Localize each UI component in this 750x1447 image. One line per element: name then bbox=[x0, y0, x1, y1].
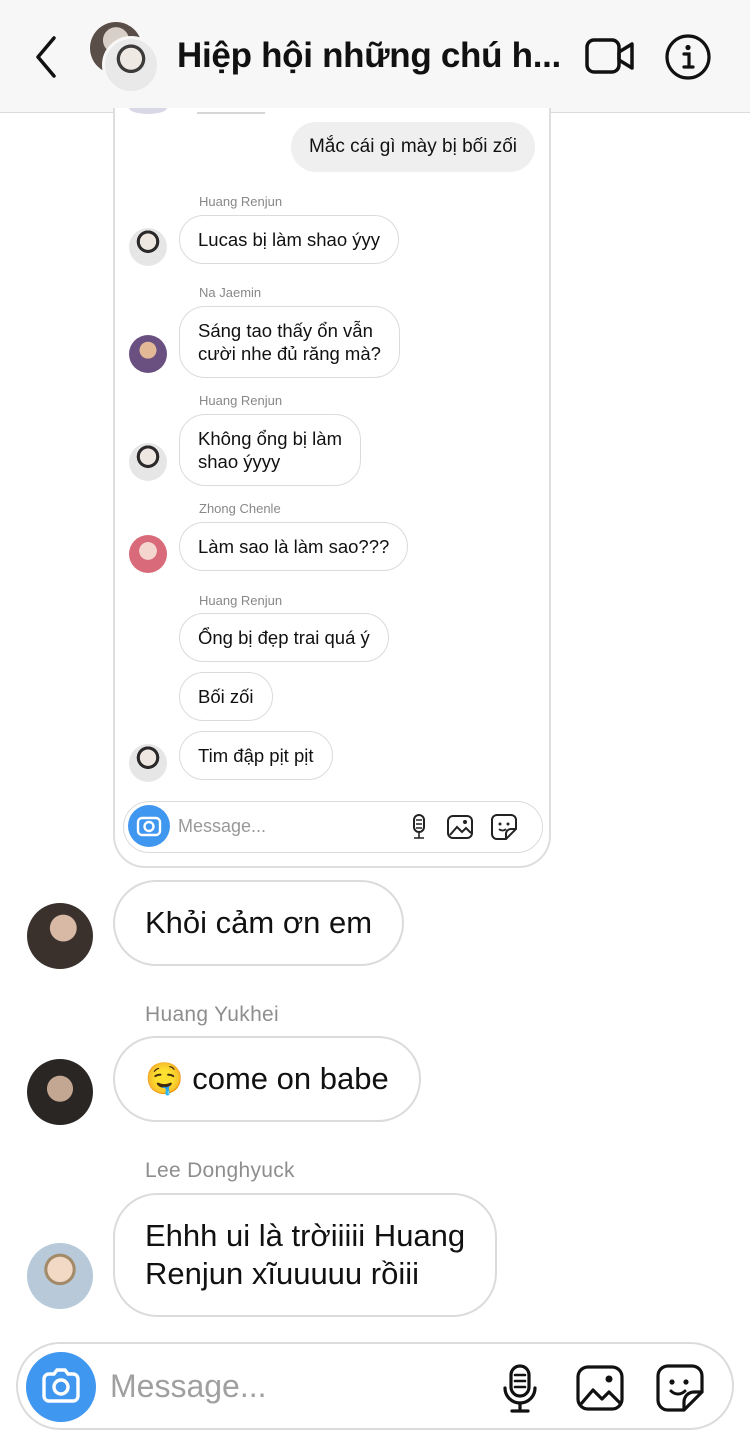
message-line: Ehhh ui là trờiiiii Huang bbox=[145, 1218, 466, 1253]
sender-name: Huang Renjun bbox=[199, 194, 283, 209]
message-bubble: Làm sao là làm sao??? bbox=[179, 522, 409, 571]
avatar[interactable] bbox=[27, 1243, 93, 1309]
avatar bbox=[129, 335, 167, 373]
message-line: Không ổng bị làm bbox=[198, 428, 342, 449]
sender-name: Huang Renjun bbox=[199, 593, 283, 608]
gallery-icon[interactable] bbox=[574, 1362, 626, 1414]
message-bubble[interactable]: Ehhh ui là trờiiiii Huang Renjun xĩuuuuu… bbox=[113, 1193, 498, 1317]
avatar bbox=[129, 535, 167, 573]
camera-icon bbox=[128, 805, 170, 847]
message-line: shao ýyyy bbox=[198, 451, 281, 472]
microphone-icon[interactable] bbox=[494, 1362, 546, 1414]
embedded-chat-screenshot: Mắc cái gì mày bị bối zối Huang Renjun L… bbox=[113, 108, 551, 868]
sender-name: Zhong Chenle bbox=[199, 501, 281, 516]
info-icon[interactable] bbox=[664, 33, 712, 81]
chat-title[interactable]: Hiệp hội những chú h... bbox=[177, 36, 567, 76]
message-bubble: Sáng tao thấy ổn vẫn cười nhe đủ răng mà… bbox=[179, 306, 400, 378]
chat-header: Hiệp hội những chú h... bbox=[0, 0, 750, 113]
message-bubble: Tim đập pịt pịt bbox=[179, 731, 333, 780]
sender-name: Huang Yukhei bbox=[145, 1003, 279, 1026]
avatar[interactable] bbox=[27, 1059, 93, 1125]
avatar[interactable] bbox=[27, 903, 93, 969]
sticker-icon[interactable] bbox=[654, 1362, 706, 1414]
gallery-icon bbox=[447, 815, 473, 839]
avatar bbox=[129, 443, 167, 481]
avatar bbox=[129, 228, 167, 266]
back-icon[interactable] bbox=[28, 32, 64, 82]
message-input[interactable]: Message... bbox=[110, 1368, 267, 1405]
message-line: cười nhe đủ răng mà? bbox=[198, 343, 381, 364]
message-line: Sáng tao thấy ổn vẫn bbox=[198, 320, 373, 341]
message-bubble: Lucas bị làm shao ýyy bbox=[179, 215, 400, 264]
group-avatar[interactable] bbox=[90, 22, 162, 94]
video-call-icon[interactable] bbox=[584, 34, 636, 78]
message-bubble: Không ổng bị làm shao ýyyy bbox=[179, 414, 361, 486]
sent-message: Mắc cái gì mày bị bối zối bbox=[290, 122, 535, 172]
message-bubble[interactable]: 🤤 come on babe bbox=[113, 1036, 421, 1122]
embedded-message-input: Message... bbox=[123, 801, 543, 853]
avatar bbox=[129, 744, 167, 782]
message-line: Renjun xĩuuuuu rồiii bbox=[145, 1256, 420, 1291]
sender-name: Na Jaemin bbox=[199, 285, 262, 300]
message-bubble: Bối zối bbox=[179, 672, 273, 721]
sticker-icon bbox=[491, 814, 517, 840]
message-bubble[interactable]: Khỏi cảm ơn em bbox=[113, 880, 405, 966]
sender-name: Lee Donghyuck bbox=[145, 1159, 295, 1182]
divider bbox=[197, 112, 265, 114]
message-bubble: Ổng bị đẹp trai quá ý bbox=[179, 613, 389, 662]
avatar-fragment bbox=[129, 108, 167, 114]
camera-icon[interactable] bbox=[26, 1352, 96, 1422]
microphone-icon bbox=[413, 814, 425, 839]
message-placeholder: Message... bbox=[178, 816, 267, 836]
sender-name: Huang Renjun bbox=[199, 393, 283, 408]
message-composer[interactable]: Message... bbox=[16, 1342, 734, 1430]
group-avatar-front bbox=[102, 36, 160, 94]
